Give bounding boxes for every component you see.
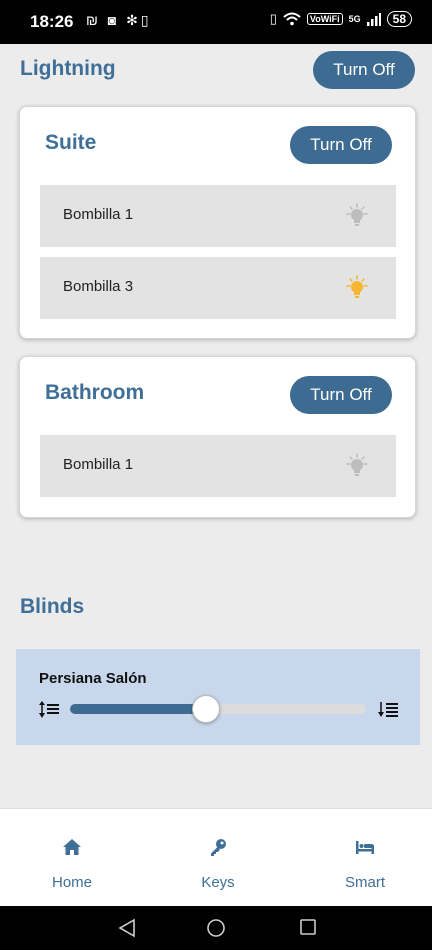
bed-icon	[356, 841, 374, 854]
bottom-navigation: Home Keys Smart	[0, 808, 432, 906]
battery-indicator: 58	[386, 11, 412, 27]
lightbulb-off-icon[interactable]	[344, 453, 370, 479]
lighting-turn-off-button[interactable]: Turn Off	[313, 51, 415, 89]
blinds-title: Blinds	[20, 595, 85, 618]
suite-turn-off-button[interactable]: Turn Off	[290, 126, 392, 164]
notification-icons: ₪ ◙ ✻▯	[86, 12, 152, 28]
status-right-icons: ▯ VoWiFi 5G 58	[270, 11, 412, 27]
status-bar: 18:26 ₪ ◙ ✻▯ ▯ VoWiFi 5G 58	[0, 0, 432, 44]
bulb-label: Bombilla 1	[63, 456, 134, 473]
home-circle-icon[interactable]	[206, 918, 226, 938]
blind-name: Persiana Salón	[39, 670, 147, 687]
recents-icon[interactable]	[299, 918, 317, 936]
blind-slider-thumb[interactable]	[192, 695, 220, 723]
bathroom-turn-off-button[interactable]: Turn Off	[290, 376, 392, 414]
bulb-row[interactable]: Bombilla 1	[40, 185, 396, 247]
blind-raise-icon[interactable]	[378, 701, 400, 719]
nav-item-smart[interactable]: Smart	[325, 837, 405, 891]
nav-label: Keys	[201, 874, 235, 891]
signal-label: 5G	[348, 14, 361, 24]
nav-label: Smart	[344, 874, 385, 891]
home-icon	[63, 839, 81, 855]
lighting-title: Lightning	[20, 57, 116, 80]
nav-label: Home	[51, 874, 92, 891]
status-time: 18:26	[30, 12, 74, 31]
blind-item: Persiana Salón	[16, 649, 420, 745]
room-title: Suite	[45, 131, 97, 154]
key-icon	[211, 839, 226, 856]
room-card-suite: Suite Turn Off Bombilla 1 Bombilla 3	[19, 106, 416, 339]
bulb-label: Bombilla 1	[63, 206, 134, 223]
system-navigation-bar	[0, 906, 432, 950]
blind-lower-icon[interactable]	[39, 701, 61, 719]
back-icon[interactable]	[118, 918, 136, 938]
bulb-label: Bombilla 3	[63, 278, 134, 295]
nav-item-keys[interactable]: Keys	[178, 837, 258, 891]
vowifi-badge: VoWiFi	[306, 13, 343, 25]
wifi-icon	[283, 12, 301, 26]
room-card-bathroom: Bathroom Turn Off Bombilla 1	[19, 356, 416, 518]
lightbulb-off-icon[interactable]	[344, 203, 370, 229]
nav-item-home[interactable]: Home	[32, 837, 112, 891]
vibrate-icon: ▯	[269, 11, 277, 26]
blind-slider-track[interactable]	[70, 695, 366, 723]
blind-slider-fill	[70, 704, 206, 714]
bulb-row[interactable]: Bombilla 1	[40, 435, 396, 497]
room-title: Bathroom	[45, 381, 145, 404]
lightbulb-on-icon[interactable]	[344, 275, 370, 301]
signal-icon	[366, 12, 381, 26]
bulb-row[interactable]: Bombilla 3	[40, 257, 396, 319]
